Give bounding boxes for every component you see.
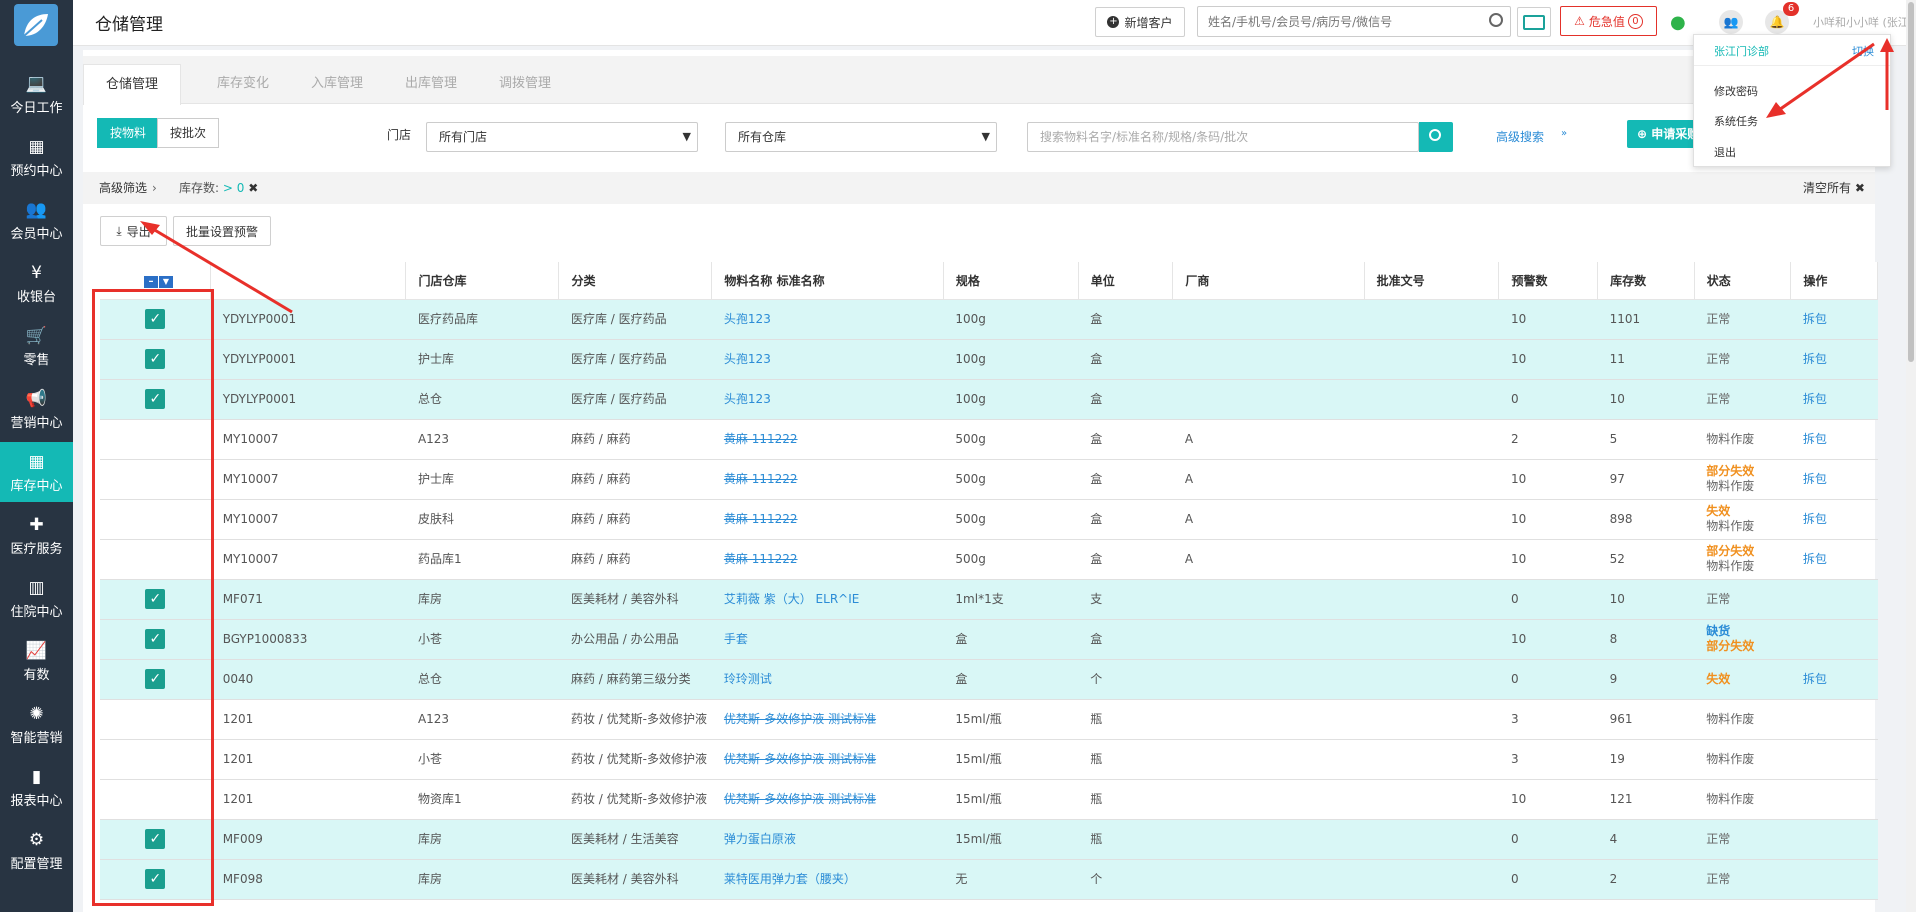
scrollbar-thumb[interactable] — [1908, 2, 1914, 362]
annotation-arrows — [140, 38, 1894, 314]
arrow-head — [1880, 38, 1894, 52]
scrollbar[interactable] — [1906, 0, 1916, 912]
annotation-arrow-system-task — [1775, 42, 1875, 114]
arrow-head — [1766, 102, 1786, 118]
annotation-arrow-export — [147, 224, 293, 314]
